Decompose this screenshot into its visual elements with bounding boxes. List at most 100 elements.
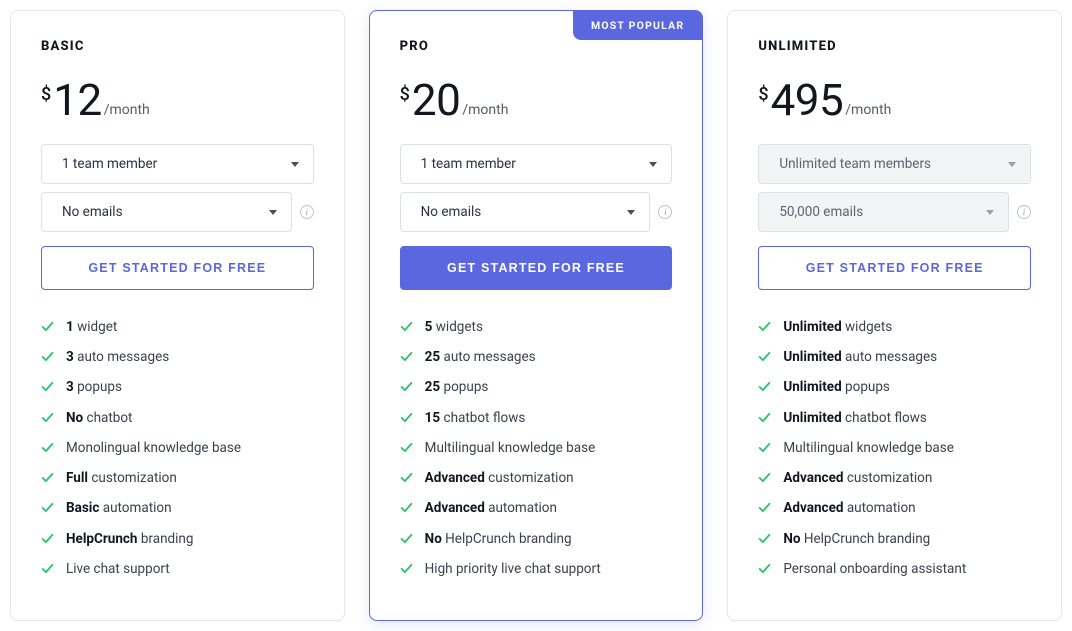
price-line: $20/month (400, 78, 673, 122)
check-icon (400, 501, 413, 514)
select-value: No emails (62, 204, 123, 220)
feature-item: HelpCrunch branding (41, 530, 314, 548)
feature-text: Multilingual knowledge base (425, 439, 596, 457)
feature-text: 25 auto messages (425, 348, 536, 366)
feature-item: 25 auto messages (400, 348, 673, 366)
price-period: /month (104, 103, 150, 117)
info-icon[interactable]: i (1017, 205, 1031, 219)
check-icon (400, 411, 413, 424)
team-members-select[interactable]: 1 team member (41, 144, 314, 184)
chevron-down-icon (986, 210, 994, 215)
most-popular-badge: MOST POPULAR (573, 11, 702, 40)
chevron-down-icon (649, 162, 657, 167)
feature-text: Unlimited widgets (783, 318, 892, 336)
select-row: Unlimited team members (758, 144, 1031, 184)
check-icon (758, 320, 771, 333)
feature-item: 25 popups (400, 378, 673, 396)
feature-text: 5 widgets (425, 318, 483, 336)
select-row: 1 team member (41, 144, 314, 184)
plan-card-pro: MOST POPULARPRO$20/month1 team memberNo … (369, 10, 704, 621)
emails-select[interactable]: No emails (400, 192, 651, 232)
feature-text: High priority live chat support (425, 560, 601, 578)
check-icon (758, 441, 771, 454)
feature-text: 15 chatbot flows (425, 409, 526, 427)
chevron-down-icon (291, 162, 299, 167)
feature-item: Advanced customization (400, 469, 673, 487)
check-icon (400, 350, 413, 363)
feature-text: 3 popups (66, 378, 122, 396)
team-members-select[interactable]: 1 team member (400, 144, 673, 184)
get-started-button[interactable]: GET STARTED FOR FREE (758, 246, 1031, 290)
team-members-select: Unlimited team members (758, 144, 1031, 184)
feature-item: 1 widget (41, 318, 314, 336)
feature-item: Unlimited auto messages (758, 348, 1031, 366)
check-icon (41, 441, 54, 454)
feature-text: 3 auto messages (66, 348, 169, 366)
feature-item: Unlimited chatbot flows (758, 409, 1031, 427)
check-icon (400, 532, 413, 545)
check-icon (400, 320, 413, 333)
select-row: 50,000 emailsi (758, 192, 1031, 232)
feature-text: No chatbot (66, 409, 132, 427)
feature-item: No chatbot (41, 409, 314, 427)
check-icon (41, 380, 54, 393)
get-started-button[interactable]: GET STARTED FOR FREE (400, 246, 673, 290)
feature-item: Multilingual knowledge base (758, 439, 1031, 457)
feature-text: Full customization (66, 469, 177, 487)
info-icon[interactable]: i (300, 205, 314, 219)
price-line: $495/month (758, 78, 1031, 122)
currency-symbol: $ (758, 86, 768, 104)
feature-list: 5 widgets 25 auto messages 25 popups 15 cha… (400, 318, 673, 578)
check-icon (758, 562, 771, 575)
price-line: $12/month (41, 78, 314, 122)
check-icon (758, 471, 771, 484)
feature-item: Advanced automation (400, 499, 673, 517)
feature-item: Basic automation (41, 499, 314, 517)
check-icon (41, 471, 54, 484)
check-icon (400, 562, 413, 575)
currency-symbol: $ (41, 86, 51, 104)
info-icon[interactable]: i (658, 205, 672, 219)
feature-item: Live chat support (41, 560, 314, 578)
feature-text: Personal onboarding assistant (783, 560, 966, 578)
check-icon (758, 501, 771, 514)
feature-text: 25 popups (425, 378, 489, 396)
feature-item: Unlimited widgets (758, 318, 1031, 336)
feature-text: Unlimited popups (783, 378, 890, 396)
feature-item: Multilingual knowledge base (400, 439, 673, 457)
feature-item: No HelpCrunch branding (400, 530, 673, 548)
plan-name: BASIC (41, 39, 314, 54)
check-icon (41, 350, 54, 363)
feature-text: Basic automation (66, 499, 172, 517)
feature-item: 5 widgets (400, 318, 673, 336)
feature-text: Advanced customization (425, 469, 574, 487)
feature-item: Advanced customization (758, 469, 1031, 487)
feature-text: Unlimited auto messages (783, 348, 937, 366)
feature-text: Multilingual knowledge base (783, 439, 954, 457)
check-icon (758, 532, 771, 545)
currency-symbol: $ (400, 86, 410, 104)
price-period: /month (462, 103, 508, 117)
check-icon (400, 380, 413, 393)
check-icon (41, 501, 54, 514)
chevron-down-icon (627, 210, 635, 215)
emails-select[interactable]: No emails (41, 192, 292, 232)
chevron-down-icon (1008, 162, 1016, 167)
feature-item: Full customization (41, 469, 314, 487)
feature-item: 3 popups (41, 378, 314, 396)
feature-text: Advanced automation (425, 499, 557, 517)
plan-card-basic: BASIC $12/month 1 team member No emails i GET… (10, 10, 345, 621)
feature-item: 3 auto messages (41, 348, 314, 366)
check-icon (41, 411, 54, 424)
feature-text: HelpCrunch branding (66, 530, 193, 548)
get-started-button[interactable]: GET STARTED FOR FREE (41, 246, 314, 290)
price-amount: 495 (771, 78, 844, 122)
select-row: No emails i (41, 192, 314, 232)
feature-text: No HelpCrunch branding (425, 530, 572, 548)
feature-item: No HelpCrunch branding (758, 530, 1031, 548)
check-icon (758, 350, 771, 363)
chevron-down-icon (269, 210, 277, 215)
check-icon (41, 532, 54, 545)
feature-item: Unlimited popups (758, 378, 1031, 396)
price-amount: 20 (412, 78, 460, 122)
